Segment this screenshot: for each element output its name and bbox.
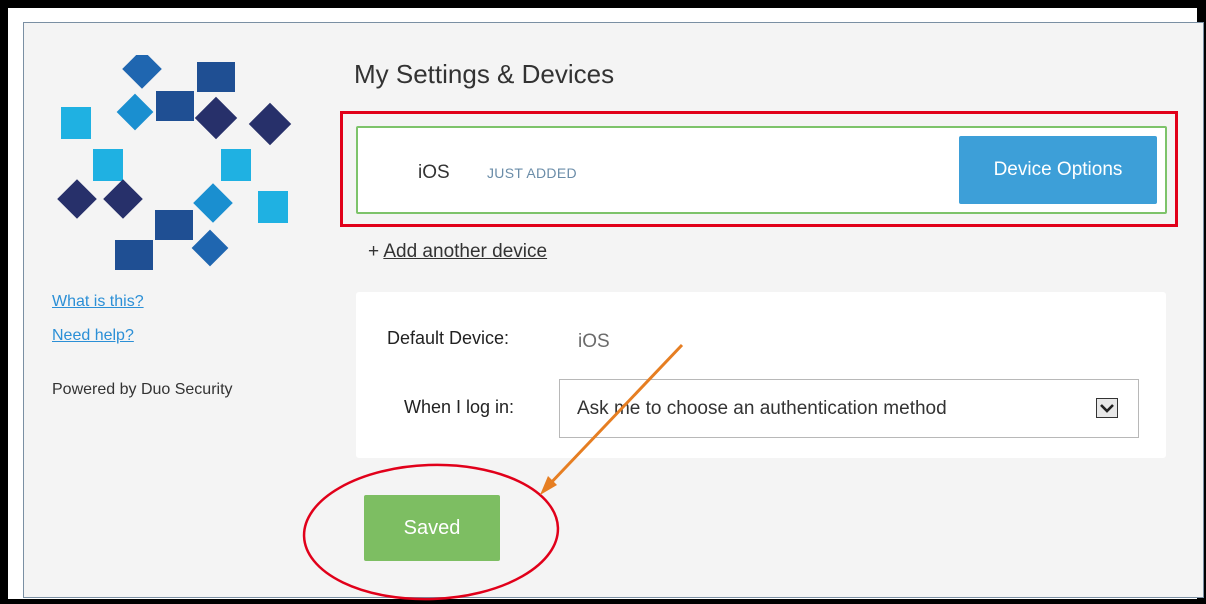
login-behavior-label: When I log in:	[404, 397, 515, 417]
login-method-selected: Ask me to choose an authentication metho…	[577, 398, 947, 419]
saved-button[interactable]: Saved	[364, 495, 500, 561]
powered-by-text: Powered by Duo Security	[52, 381, 233, 398]
device-name: iOS	[418, 162, 450, 183]
device-options-button[interactable]: Device Options	[959, 136, 1157, 204]
default-device-value: iOS	[578, 331, 610, 352]
login-method-select[interactable]: Ask me to choose an authentication metho…	[559, 379, 1139, 438]
default-settings-box: Default Device: iOS When I log in: Ask m…	[356, 292, 1166, 458]
add-device-row: + Add another device	[368, 241, 547, 263]
logo-shapes	[57, 55, 292, 270]
add-another-device-link[interactable]: Add another device	[383, 241, 547, 262]
default-device-label: Default Device:	[387, 328, 510, 348]
page-title: My Settings & Devices	[354, 59, 615, 89]
add-device-plus: +	[368, 241, 380, 262]
need-help-link[interactable]: Need help?	[52, 327, 134, 345]
chevron-down-icon[interactable]	[1096, 398, 1118, 418]
what-is-this-link[interactable]: What is this?	[52, 293, 144, 311]
device-status-badge: JUST ADDED	[487, 165, 577, 181]
duo-logo-icon	[57, 55, 292, 270]
device-row: iOS JUST ADDED Device Options	[356, 126, 1167, 214]
